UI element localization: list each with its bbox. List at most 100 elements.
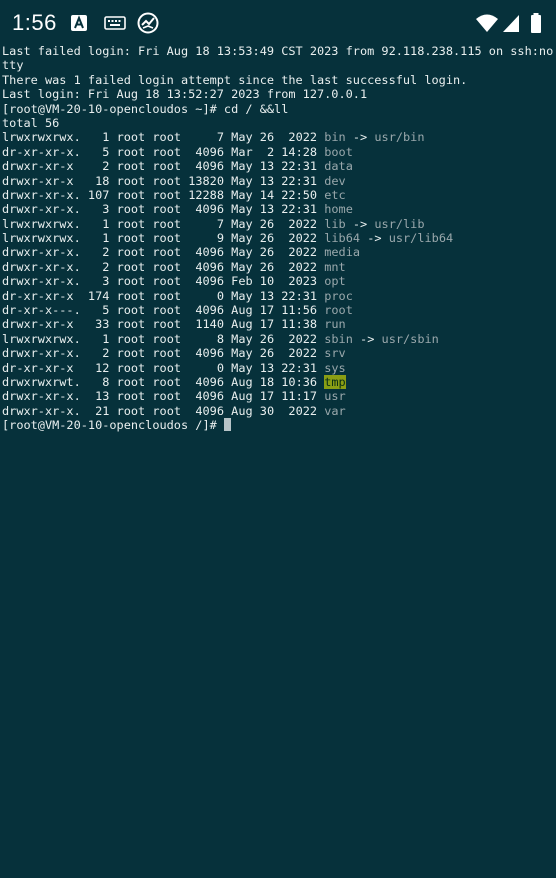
- listing-row: dr-xr-xr-x 12 root root 0 May 13 22:31 s…: [2, 361, 554, 375]
- entry-size: 4096: [188, 259, 224, 274]
- entry-permissions: dr-xr-xr-x.: [2, 144, 88, 159]
- listing-row: drwxr-xr-x. 13 root root 4096 Aug 17 11:…: [2, 389, 554, 403]
- entry-size: 4096: [188, 159, 224, 174]
- status-bar: 1:56: [0, 0, 556, 46]
- entry-group: root: [152, 274, 182, 289]
- entry-group: root: [152, 130, 182, 145]
- entry-group: root: [152, 202, 182, 217]
- entry-group: root: [152, 317, 182, 332]
- entry-link-count: 1: [87, 130, 110, 145]
- entry-name: usr: [324, 389, 346, 404]
- entry-group: root: [152, 216, 182, 231]
- entry-owner: root: [116, 231, 146, 246]
- entry-link-count: 2: [87, 346, 110, 361]
- entry-date: Aug 17 11:56: [231, 303, 318, 318]
- entry-name: bin: [324, 130, 346, 145]
- entry-name: run: [324, 317, 346, 332]
- listing-row: drwxrwxrwt. 8 root root 4096 Aug 18 10:3…: [2, 374, 554, 389]
- entry-owner: root: [116, 389, 146, 404]
- entry-size: 7: [188, 130, 224, 145]
- entry-group: root: [152, 288, 182, 303]
- entry-date: Feb 10 2023: [231, 274, 318, 289]
- entry-permissions: dr-xr-x---.: [2, 303, 88, 318]
- terminal-header-line: There was 1 failed login attempt since t…: [2, 72, 468, 87]
- entry-permissions: drwxr-xr-x: [2, 173, 88, 188]
- entry-size: 4096: [188, 144, 224, 159]
- status-time: 1:56: [12, 10, 57, 35]
- cloud-sync-icon: [137, 12, 159, 34]
- entry-owner: root: [116, 144, 146, 159]
- entry-owner: root: [116, 303, 146, 318]
- terminal-cursor[interactable]: [223, 418, 231, 432]
- listing-row: drwxr-xr-x 18 root root 13820 May 13 22:…: [2, 174, 554, 188]
- prompt-line[interactable]: [root@VM-20-10-opencloudos /]#: [2, 418, 554, 432]
- entry-name: boot: [324, 144, 353, 159]
- symlink-arrow: ->: [360, 331, 375, 346]
- entry-size: 4096: [188, 202, 224, 217]
- entry-permissions: drwxr-xr-x.: [2, 346, 88, 361]
- terminal-header-line: Last login: Fri Aug 18 13:52:27 2023 fro…: [2, 87, 368, 102]
- entry-name: dev: [324, 173, 346, 188]
- entry-permissions: dr-xr-xr-x: [2, 360, 88, 375]
- entry-size: 4096: [188, 346, 224, 361]
- entry-name: etc: [324, 187, 346, 202]
- entry-owner: root: [116, 245, 146, 260]
- entry-link-count: 13: [87, 389, 110, 404]
- terminal-header-line: tty: [2, 58, 24, 73]
- listing-row: lrwxrwxrwx. 1 root root 8 May 26 2022 sb…: [2, 332, 554, 346]
- listing-row: lrwxrwxrwx. 1 root root 7 May 26 2022 bi…: [2, 130, 554, 144]
- entry-name: opt: [324, 274, 346, 289]
- entry-date: May 13 22:31: [231, 288, 318, 303]
- symlink-arrow: ->: [352, 130, 368, 145]
- entry-group: root: [152, 259, 182, 274]
- entry-owner: root: [116, 159, 146, 174]
- entry-date: Aug 17 11:38: [231, 317, 318, 332]
- entry-size: 4096: [188, 245, 224, 260]
- entry-size: 13820: [188, 173, 224, 188]
- entry-date: Aug 30 2022: [231, 403, 318, 418]
- entry-date: May 13 22:31: [231, 360, 318, 375]
- entry-link-count: 33: [87, 317, 110, 332]
- entry-group: root: [152, 187, 182, 202]
- entry-owner: root: [116, 202, 146, 217]
- entry-permissions: drwxr-xr-x.: [2, 187, 88, 202]
- entry-link-count: 1: [87, 231, 110, 246]
- entry-group: root: [152, 331, 182, 346]
- entry-date: May 13 22:31: [231, 173, 318, 188]
- cellular-signal-icon: [502, 12, 520, 34]
- entry-permissions: drwxrwxrwt.: [2, 374, 88, 389]
- entry-owner: root: [116, 259, 146, 274]
- entry-date: May 26 2022: [231, 245, 318, 260]
- wifi-icon: [475, 12, 499, 34]
- entry-group: root: [152, 346, 182, 361]
- entry-size: 7: [188, 216, 224, 231]
- entry-date: May 26 2022: [231, 259, 318, 274]
- symlink-arrow: ->: [352, 216, 368, 231]
- entry-owner: root: [116, 216, 146, 231]
- listing-row: drwxr-xr-x. 21 root root 4096 Aug 30 202…: [2, 404, 554, 418]
- listing-row: lrwxrwxrwx. 1 root root 9 May 26 2022 li…: [2, 231, 554, 245]
- entry-permissions: lrwxrwxrwx.: [2, 130, 88, 145]
- entry-link-count: 5: [87, 144, 110, 159]
- entry-name: tmp: [324, 374, 346, 389]
- entry-permissions: drwxr-xr-x: [2, 317, 88, 332]
- entry-owner: root: [116, 403, 146, 418]
- entry-group: root: [152, 245, 182, 260]
- entry-permissions: drwxr-xr-x.: [2, 274, 88, 289]
- entry-name: media: [324, 245, 361, 260]
- entry-size: 12288: [188, 187, 224, 202]
- terminal-header-line: Last failed login: Fri Aug 18 13:53:49 C…: [2, 44, 554, 58]
- entry-group: root: [152, 374, 182, 389]
- entry-size: 4096: [188, 374, 224, 389]
- listing-row: drwxr-xr-x 33 root root 1140 Aug 17 11:3…: [2, 317, 554, 331]
- entry-name: home: [324, 202, 353, 217]
- terminal-output[interactable]: Last failed login: Fri Aug 18 13:53:49 C…: [2, 44, 554, 433]
- listing-row: drwxr-xr-x. 2 root root 4096 May 26 2022…: [2, 260, 554, 274]
- symlink-target: usr/bin: [374, 130, 425, 145]
- entry-link-count: 107: [87, 187, 110, 202]
- app-a-icon: [69, 12, 91, 34]
- entry-link-count: 1: [87, 331, 110, 346]
- entry-group: root: [152, 403, 182, 418]
- entry-name: proc: [324, 288, 353, 303]
- entry-permissions: drwxr-xr-x.: [2, 403, 88, 418]
